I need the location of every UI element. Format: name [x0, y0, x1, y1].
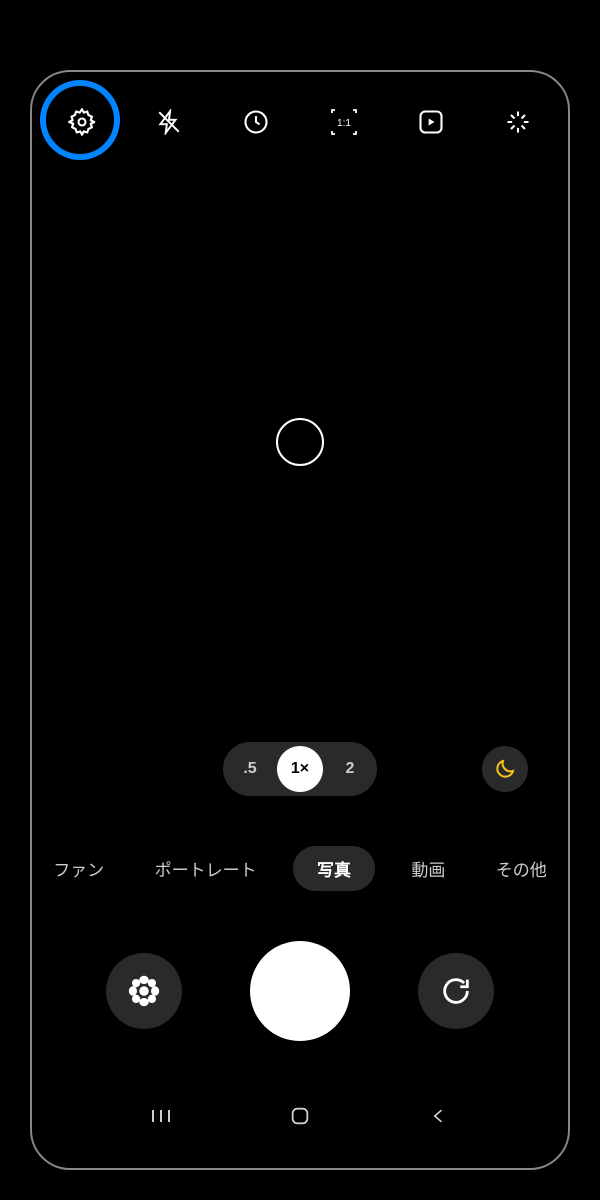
mode-fun[interactable]: ファン — [39, 846, 118, 891]
gallery-button[interactable] — [106, 953, 182, 1029]
zoom-2x[interactable]: 2 — [327, 746, 373, 792]
ratio-icon[interactable]: 1:1 — [324, 102, 364, 142]
switch-camera-button[interactable] — [418, 953, 494, 1029]
phone-frame: 1:1 .5 1× 2 ファン ポー — [30, 70, 570, 1170]
zoom-1x[interactable]: 1× — [277, 746, 323, 792]
settings-highlight-ring — [40, 80, 120, 160]
svg-text:1:1: 1:1 — [337, 118, 351, 129]
mode-more[interactable]: その他 — [482, 846, 561, 891]
night-mode-icon[interactable] — [482, 746, 528, 792]
zoom-0-5x[interactable]: .5 — [227, 746, 273, 792]
mode-video[interactable]: 動画 — [397, 846, 459, 891]
motion-photo-icon[interactable] — [411, 102, 451, 142]
back-button[interactable] — [419, 1101, 459, 1131]
focus-indicator — [276, 418, 324, 466]
home-button[interactable] — [280, 1101, 320, 1131]
mode-photo[interactable]: 写真 — [293, 846, 375, 891]
flash-icon[interactable] — [149, 102, 189, 142]
zoom-row: .5 1× 2 — [32, 722, 568, 816]
mode-selector[interactable]: ファン ポートレート 写真 動画 その他 — [32, 816, 568, 921]
android-nav-bar — [32, 1081, 568, 1151]
viewfinder[interactable] — [32, 162, 568, 722]
recents-button[interactable] — [141, 1101, 181, 1131]
shutter-controls — [32, 921, 568, 1081]
mode-portrait[interactable]: ポートレート — [141, 846, 271, 891]
shutter-button[interactable] — [250, 941, 350, 1041]
effects-icon[interactable] — [498, 102, 538, 142]
timer-icon[interactable] — [236, 102, 276, 142]
zoom-selector: .5 1× 2 — [223, 742, 377, 796]
